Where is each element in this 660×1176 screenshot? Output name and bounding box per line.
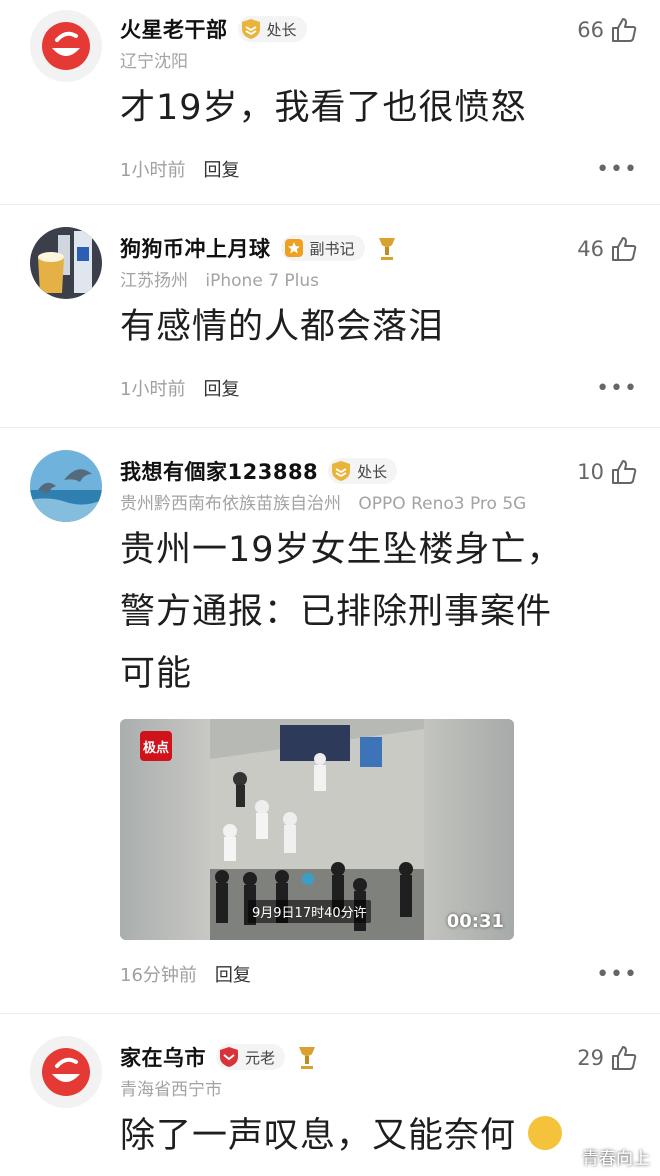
rank-badge: 副书记 — [280, 235, 365, 261]
comment-meta: 辽宁沈阳 — [120, 47, 642, 72]
badge-label: 元老 — [245, 1048, 276, 1067]
star-badge-icon — [284, 239, 303, 257]
more-options-button[interactable]: ••• — [596, 962, 638, 987]
location: 辽宁沈阳 — [120, 52, 188, 72]
timestamp: 16分钟前 — [120, 965, 197, 986]
trophy-medal-icon — [299, 1047, 316, 1069]
reply-button[interactable]: 回复 — [203, 156, 239, 182]
watermark: 青春向上 — [582, 1149, 650, 1169]
video-blur-right — [424, 719, 514, 940]
username[interactable]: 狗狗币冲上月球 — [120, 233, 271, 263]
like-button[interactable]: 66 — [577, 16, 638, 44]
thumbs-up-icon — [612, 1046, 637, 1070]
avatar[interactable] — [30, 1036, 102, 1108]
avatar[interactable] — [30, 227, 102, 299]
reply-button[interactable]: 回复 — [215, 961, 251, 987]
thumbs-up-icon — [612, 18, 637, 42]
video-caption: 9月9日17时40分许 — [248, 900, 371, 923]
comment-text: 贵州一19岁女生坠楼身亡， 警方通报：已排除刑事案件 可能 — [120, 519, 642, 705]
comment-item: 火星老干部 处长 66 辽宁沈阳 才19岁，我看了也很愤怒 1小时前 回复 ••… — [0, 0, 660, 204]
comment-text-line: 可能 — [120, 654, 193, 694]
thumbs-up-icon — [612, 237, 637, 261]
thumbs-up-icon — [612, 460, 637, 484]
device: iPhone 7 Plus — [205, 271, 320, 291]
username[interactable]: 我想有個家123888 — [120, 456, 318, 486]
comment-text: 有感情的人都会落泪 — [120, 307, 445, 347]
crying-emoji-icon — [528, 1116, 563, 1150]
comment-item: 我想有個家123888 处长 10 贵州黔西南布依族苗族自治州 OPPO Ren… — [0, 428, 660, 1013]
badge-label: 处长 — [357, 462, 388, 481]
rank-badge: 元老 — [216, 1044, 286, 1070]
source-logo: 极点 — [140, 731, 172, 761]
like-button[interactable]: 29 — [577, 1044, 638, 1072]
like-count: 66 — [577, 18, 604, 42]
like-count: 29 — [577, 1046, 604, 1070]
comment-text: 才19岁，我看了也很愤怒 — [120, 88, 527, 128]
comment-text-content: 除了一声叹息，又能奈何 — [120, 1116, 517, 1156]
trophy-medal-icon — [378, 238, 395, 260]
more-options-button[interactable]: ••• — [596, 157, 638, 182]
shield-icon — [220, 1047, 238, 1067]
comment-text: 除了一声叹息，又能奈何 — [120, 1105, 642, 1167]
badge-label: 处长 — [266, 20, 297, 39]
like-button[interactable]: 10 — [577, 458, 638, 486]
timestamp: 1小时前 — [120, 160, 186, 181]
username[interactable]: 家在乌市 — [120, 1042, 206, 1072]
location: 贵州黔西南布依族苗族自治州 — [120, 494, 341, 514]
like-count: 10 — [577, 460, 604, 484]
comment-text-line: 贵州一19岁女生坠楼身亡， — [120, 530, 563, 570]
comment-item: 狗狗币冲上月球 副书记 46 江苏扬州 iPhone 7 Plus 有感情的人都… — [0, 205, 660, 427]
comment-meta: 贵州黔西南布依族苗族自治州 OPPO Reno3 Pro 5G — [120, 489, 642, 514]
beer-photo — [30, 227, 102, 299]
like-button[interactable]: 46 — [577, 235, 638, 263]
like-count: 46 — [577, 237, 604, 261]
location: 江苏扬州 — [120, 271, 188, 291]
badge-label: 副书记 — [309, 239, 355, 258]
red-bowl-icon — [30, 10, 102, 82]
device: OPPO Reno3 Pro 5G — [358, 494, 527, 514]
shield-icon — [332, 461, 351, 481]
avatar[interactable] — [30, 450, 102, 522]
location: 青海省西宁市 — [120, 1080, 222, 1100]
comment-meta: 青海省西宁市 — [120, 1075, 642, 1100]
username[interactable]: 火星老干部 — [120, 14, 228, 44]
comment-item: 家在乌市 元老 29 青海省西宁市 除了一声叹息，又能奈何 — [0, 1014, 660, 1176]
comment-text-line: 警方通报：已排除刑事案件 — [120, 592, 553, 632]
red-bowl-icon — [30, 1036, 102, 1108]
rank-badge: 处长 — [328, 458, 398, 484]
video-thumbnail[interactable]: 极点 9月9日17时40分许 00:31 — [120, 719, 514, 940]
reply-button[interactable]: 回复 — [203, 375, 239, 401]
rank-badge: 处长 — [237, 16, 307, 42]
more-options-button[interactable]: ••• — [596, 376, 638, 401]
comment-meta: 江苏扬州 iPhone 7 Plus — [120, 266, 642, 291]
avatar[interactable] — [30, 10, 102, 82]
timestamp: 1小时前 — [120, 379, 186, 400]
dolphin-photo — [30, 450, 102, 522]
shield-icon — [241, 19, 260, 39]
video-duration: 00:31 — [446, 911, 504, 932]
